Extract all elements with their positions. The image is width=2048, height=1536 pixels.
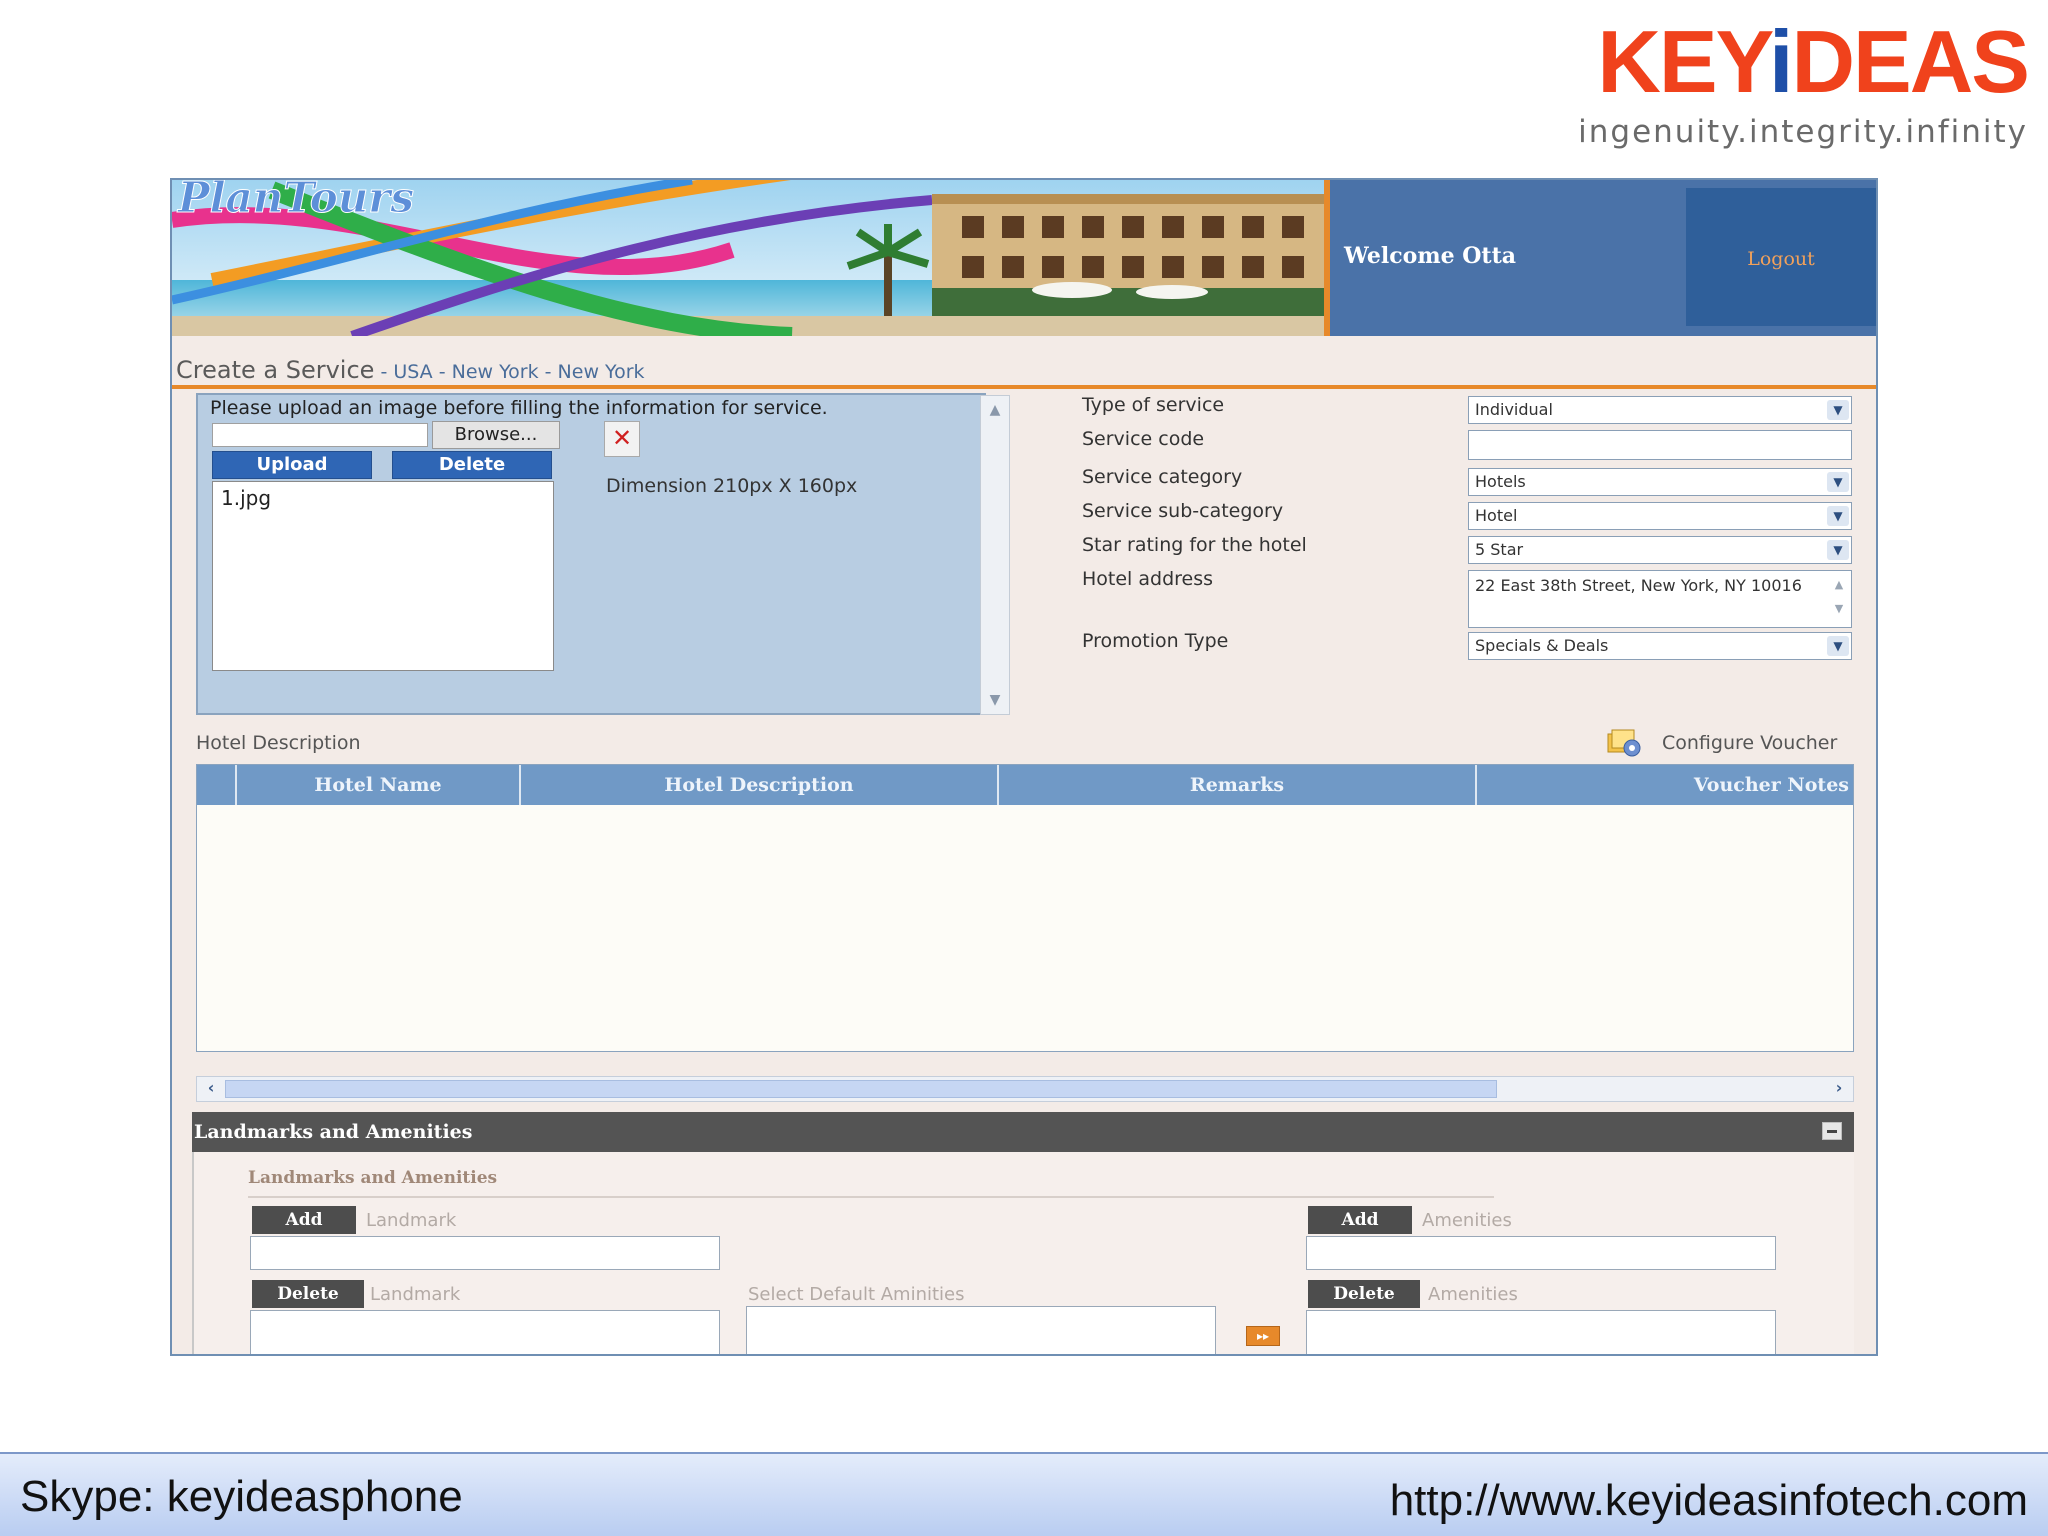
welcome-text: Welcome Otta	[1344, 243, 1517, 269]
image-upload-panel: Please upload an image before filling th…	[196, 393, 986, 715]
amenities-add-label: Amenities	[1422, 1210, 1512, 1231]
promotion-type-select[interactable]: Specials & Deals ▼	[1468, 632, 1852, 660]
landmarks-section-title: Landmarks and Amenities	[194, 1121, 473, 1143]
grid-header: Hotel Name Hotel Description Remarks Vou…	[197, 765, 1853, 805]
amenities-list[interactable]	[1306, 1310, 1776, 1354]
promotion-type-value: Specials & Deals	[1475, 636, 1609, 655]
hotel-address-textarea[interactable]: 22 East 38th Street, New York, NY 10016 …	[1468, 570, 1852, 628]
chevron-down-icon[interactable]: ▼	[1827, 400, 1849, 420]
slide: KEYiDEAS ingenuity.integrity.infinity Pl…	[0, 0, 2048, 1536]
column-header-voucher-notes[interactable]: Voucher Notes	[1475, 765, 1853, 805]
brand-wordmark: KEYiDEAS	[1597, 12, 2030, 111]
chevron-down-icon[interactable]: ▼	[1827, 506, 1849, 526]
service-category-value: Hotels	[1475, 472, 1526, 491]
chevron-down-icon[interactable]: ▼	[1827, 472, 1849, 492]
delete-image-button[interactable]: Delete	[392, 451, 552, 479]
landmark-input[interactable]	[250, 1236, 720, 1270]
breadcrumb: - USA - New York - New York	[374, 361, 645, 383]
remove-image-icon[interactable]: ✕	[604, 421, 640, 457]
upload-instruction: Please upload an image before filling th…	[210, 397, 828, 419]
service-subcategory-label: Service sub-category	[1082, 500, 1284, 522]
hero-banner: PlanTours	[172, 180, 1330, 336]
collapse-icon[interactable]	[1822, 1122, 1842, 1140]
page-heading: Create a Service - USA - New York - New …	[176, 356, 645, 384]
heading-divider	[172, 385, 1876, 389]
file-item[interactable]: 1.jpg	[221, 486, 271, 510]
amenity-input[interactable]	[1306, 1236, 1776, 1270]
move-right-icon[interactable]: ▸▸	[1246, 1326, 1280, 1346]
uploaded-files-list[interactable]: 1.jpg	[212, 481, 554, 671]
service-code-label: Service code	[1082, 428, 1205, 450]
grid-horizontal-scrollbar[interactable]: ‹ ›	[196, 1076, 1854, 1102]
select-default-amenities-label: Select Default Aminities	[748, 1284, 965, 1305]
column-header-hotel-name[interactable]: Hotel Name	[235, 765, 519, 805]
scrollbar-thumb[interactable]	[225, 1080, 1497, 1098]
default-amenities-list[interactable]	[746, 1306, 1216, 1354]
upload-button[interactable]: Upload	[212, 451, 372, 479]
scroll-down-icon[interactable]: ▼	[981, 692, 1009, 708]
landmarks-section-header[interactable]: Landmarks and Amenities	[192, 1112, 1854, 1152]
slide-footer: Skype: keyideasphone http://www.keyideas…	[0, 1452, 2048, 1536]
service-code-input[interactable]	[1468, 430, 1852, 460]
type-of-service-label: Type of service	[1082, 394, 1225, 416]
scroll-up-icon[interactable]: ▲	[981, 402, 1009, 418]
add-landmark-button[interactable]: Add	[252, 1206, 356, 1234]
landmarks-list[interactable]	[250, 1310, 720, 1354]
delete-landmark-button[interactable]: Delete	[252, 1280, 364, 1308]
panel-scrollbar[interactable]: ▲ ▼	[980, 395, 1010, 715]
service-subcategory-value: Hotel	[1475, 506, 1518, 525]
promotion-type-label: Promotion Type	[1082, 630, 1229, 652]
brand-tagline: ingenuity.integrity.infinity	[1578, 114, 2028, 150]
logout-area: Logout	[1686, 188, 1876, 326]
file-path-input[interactable]	[212, 423, 428, 447]
banner-image: PlanTours	[172, 180, 1324, 336]
star-rating-label: Star rating for the hotel	[1082, 534, 1307, 556]
app-window: PlanTours Welcome Otta Logout Create a S…	[170, 178, 1878, 1356]
star-rating-select[interactable]: 5 Star ▼	[1468, 536, 1852, 564]
service-subcategory-select[interactable]: Hotel ▼	[1468, 502, 1852, 530]
landmark-delete-label: Landmark	[370, 1284, 461, 1305]
amenities-delete-label: Amenities	[1428, 1284, 1518, 1305]
configure-voucher-link[interactable]: Configure Voucher	[1662, 732, 1837, 754]
textarea-scroll-icon[interactable]: ▲ ▼	[1829, 573, 1849, 625]
landmarks-subtitle: Landmarks and Amenities	[248, 1168, 498, 1188]
logout-link[interactable]: Logout	[1686, 248, 1876, 270]
service-category-label: Service category	[1082, 466, 1243, 488]
app-header: PlanTours Welcome Otta Logout	[172, 180, 1876, 336]
service-category-select[interactable]: Hotels ▼	[1468, 468, 1852, 496]
chevron-down-icon[interactable]: ▼	[1827, 540, 1849, 560]
scroll-right-icon[interactable]: ›	[1827, 1077, 1851, 1101]
column-header-remarks[interactable]: Remarks	[997, 765, 1475, 805]
landmarks-divider	[248, 1196, 1494, 1198]
browse-button[interactable]: Browse...	[432, 421, 560, 449]
scroll-left-icon[interactable]: ‹	[199, 1077, 223, 1101]
hotel-address-label: Hotel address	[1082, 568, 1214, 590]
delete-amenity-button[interactable]: Delete	[1308, 1280, 1420, 1308]
chevron-down-icon[interactable]: ▼	[1827, 636, 1849, 656]
hotel-address-value: 22 East 38th Street, New York, NY 10016	[1475, 576, 1802, 595]
add-amenity-button[interactable]: Add	[1308, 1206, 1412, 1234]
type-of-service-value: Individual	[1475, 400, 1553, 419]
type-of-service-select[interactable]: Individual ▼	[1468, 396, 1852, 424]
plantours-logo: PlanTours	[177, 180, 414, 222]
page-title: Create a Service	[176, 356, 375, 384]
column-header-hotel-description[interactable]: Hotel Description	[519, 765, 997, 805]
hotel-description-grid: Hotel Name Hotel Description Remarks Vou…	[196, 764, 1854, 1052]
skype-contact: Skype: keyideasphone	[20, 1472, 463, 1521]
star-rating-value: 5 Star	[1475, 540, 1524, 559]
keyideas-logo: KEYiDEAS ingenuity.integrity.infinity	[1558, 12, 2030, 151]
landmark-add-label: Landmark	[366, 1210, 457, 1231]
configure-voucher-icon[interactable]	[1606, 728, 1642, 758]
hotel-building	[932, 194, 1324, 316]
website-url[interactable]: http://www.keyideasinfotech.com	[1390, 1476, 2028, 1526]
hotel-description-label: Hotel Description	[196, 732, 361, 754]
image-dimension-note: Dimension 210px X 160px	[606, 475, 858, 497]
